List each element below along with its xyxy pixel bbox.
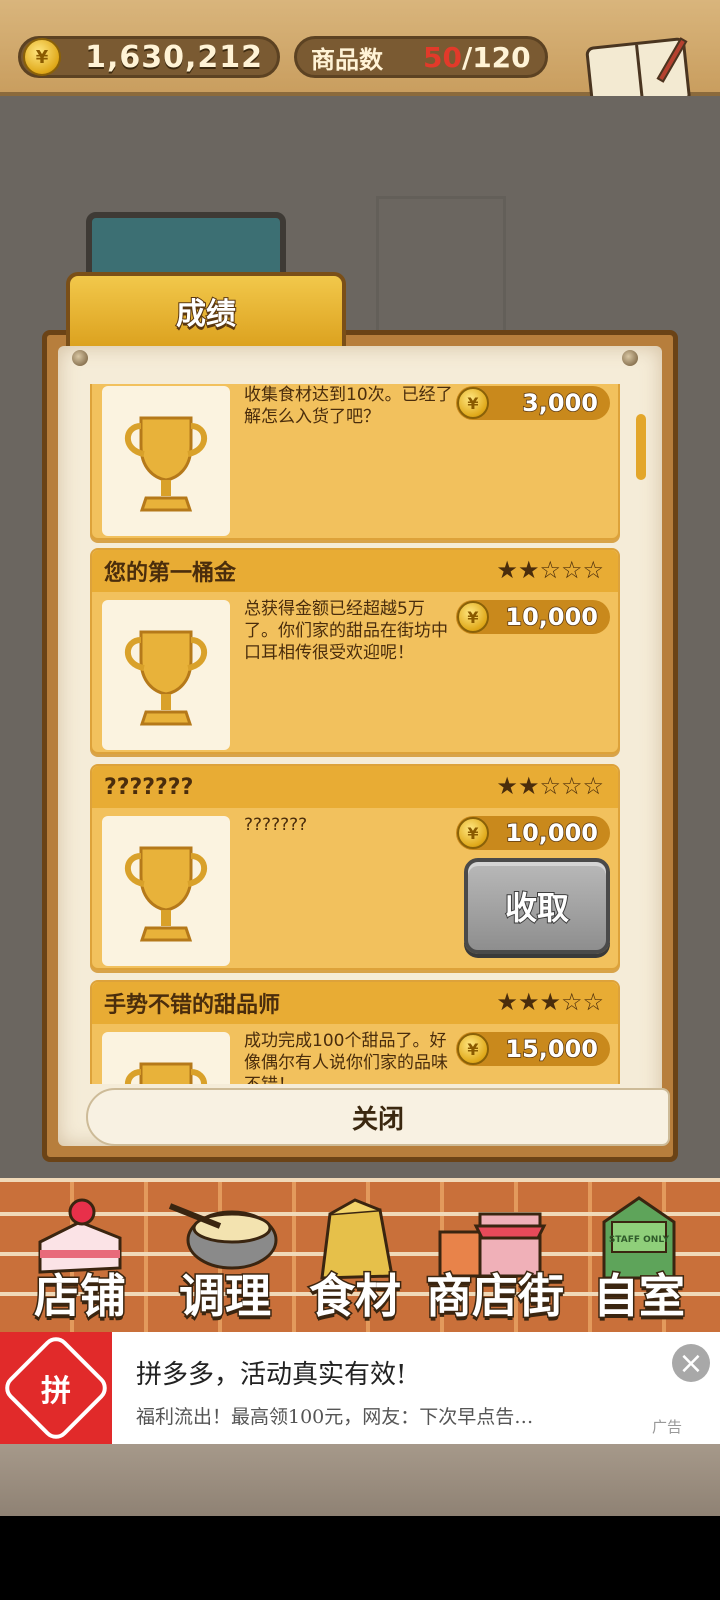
trophy-icon xyxy=(124,846,208,942)
nav-label: 调理 xyxy=(178,1268,273,1325)
ad-banner[interactable]: 拼 拼多多，活动真实有效! 福利流出！最高领100元，网友：下次早点告… × 广… xyxy=(0,1331,720,1445)
ad-close-button[interactable]: × xyxy=(672,1344,710,1382)
nav-shopping-street[interactable]: 商店街 xyxy=(420,1182,570,1336)
coin-icon: ¥ xyxy=(23,38,61,76)
product-count-max: 120 xyxy=(472,40,531,74)
achievement-description: ??????? xyxy=(244,815,308,835)
reward-value: 3,000 xyxy=(521,388,598,418)
reward-value: 10,000 xyxy=(505,818,599,848)
dialog-title: 成绩 xyxy=(175,296,237,333)
ad-tag: 广告 xyxy=(652,1418,683,1436)
close-dialog-button[interactable]: 关闭 xyxy=(86,1088,670,1146)
dialog-tab: 成绩 xyxy=(66,272,346,346)
top-bar: ¥ 1,630,212 商品数 50 / 120 食谱 xyxy=(0,0,720,149)
ad-title: 拼多多，活动真实有效! xyxy=(136,1360,407,1390)
achievement-stars: ★★★☆☆ xyxy=(496,988,604,1016)
money-value: 1,630,212 xyxy=(85,39,263,75)
achievement-title: ??????? xyxy=(104,774,194,800)
trophy-icon xyxy=(124,630,208,726)
achievement-card: 您的第一桶金 ★★☆☆☆ 总获得金额已经超越5万了。你们家的甜品在街坊中口耳相传… xyxy=(90,548,620,754)
claim-button-label: 收取 xyxy=(504,888,570,928)
close-button-label: 关闭 xyxy=(351,1104,404,1135)
claim-reward-button[interactable]: 收取 xyxy=(464,858,610,954)
coin-icon: ¥ xyxy=(457,1033,489,1065)
trophy-thumbnail xyxy=(102,386,230,536)
system-navigation-bar xyxy=(0,1516,720,1600)
achievement-title: 您的第一桶金 xyxy=(104,561,237,586)
nav-label: 自室 xyxy=(592,1268,687,1325)
achievement-reward: ¥ 3,000 xyxy=(456,386,610,420)
trophy-icon xyxy=(124,416,208,512)
product-count-current: 50 xyxy=(423,40,462,74)
product-count-separator: / xyxy=(461,40,473,74)
trophy-thumbnail xyxy=(102,600,230,750)
achievement-list[interactable]: 收集食材达到10次。已经了解怎么入货了吧？ ¥ 3,000 您的第一桶金 ★★☆… xyxy=(88,384,632,1084)
achievement-card: 手势不错的甜品师 ★★★☆☆ 成功完成100个甜品了。好像偶尔有人说你们家的品味… xyxy=(90,980,620,1084)
coin-icon: ¥ xyxy=(457,387,489,419)
nav-cooking[interactable]: 调理 xyxy=(160,1182,290,1336)
staff-only-sign: STAFF ONLY xyxy=(609,1235,670,1245)
product-count-display: 商品数 50 / 120 xyxy=(294,36,548,78)
achievement-header: ??????? ★★☆☆☆ xyxy=(92,766,618,808)
pin-icon xyxy=(72,350,88,366)
achievement-description: 总获得金额已经超越5万了。你们家的甜品在街坊中口耳相传很受欢迎呢！ xyxy=(244,599,448,663)
achievement-reward: ¥ 15,000 xyxy=(456,1032,610,1066)
reward-value: 10,000 xyxy=(505,602,599,632)
achievement-stars: ★★☆☆☆ xyxy=(496,556,604,584)
money-display: ¥ 1,630,212 xyxy=(18,36,280,78)
achievement-stars: ★★☆☆☆ xyxy=(496,772,604,800)
floor-background xyxy=(0,1444,720,1516)
nav-ingredients[interactable]: 食材 xyxy=(300,1182,410,1336)
nav-shop[interactable]: 店铺 xyxy=(20,1182,140,1336)
bottom-navigation: 店铺 调理 食材 商店街 STAFF ONLY 自室 xyxy=(0,1178,720,1332)
pin-icon xyxy=(622,350,638,366)
achievement-header: 手势不错的甜品师 ★★★☆☆ xyxy=(92,982,618,1024)
reward-value: 15,000 xyxy=(505,1034,599,1064)
achievement-reward: ¥ 10,000 xyxy=(456,600,610,634)
achievement-header: 您的第一桶金 ★★☆☆☆ xyxy=(92,550,618,592)
ad-logo: 拼 xyxy=(0,1331,113,1445)
achievement-card: ??????? ★★☆☆☆ ??????? ¥ 10,000 收取 xyxy=(90,764,620,970)
nav-label: 食材 xyxy=(308,1268,403,1325)
ad-subtitle: 福利流出！最高领100元，网友：下次早点告… xyxy=(136,1406,534,1428)
trophy-thumbnail xyxy=(102,1032,230,1084)
close-icon: × xyxy=(678,1345,704,1381)
coin-icon: ¥ xyxy=(457,817,489,849)
ad-logo-text: 拼 xyxy=(41,1374,71,1409)
nav-label: 店铺 xyxy=(33,1268,128,1325)
trophy-icon xyxy=(124,1062,208,1084)
achievement-card: 收集食材达到10次。已经了解怎么入货了吧？ ¥ 3,000 xyxy=(90,384,620,540)
nav-staff-room[interactable]: STAFF ONLY 自室 xyxy=(584,1182,694,1336)
nav-label: 商店街 xyxy=(425,1268,566,1325)
trophy-thumbnail xyxy=(102,816,230,966)
achievement-title: 手势不错的甜品师 xyxy=(104,993,281,1018)
achievement-description: 成功完成100个甜品了。好像偶尔有人说你们家的品味不错！ xyxy=(244,1031,448,1084)
coin-icon: ¥ xyxy=(457,601,489,633)
achievement-reward: ¥ 10,000 xyxy=(456,816,610,850)
product-count-label: 商品数 xyxy=(311,45,383,74)
achievement-description: 收集食材达到10次。已经了解怎么入货了吧？ xyxy=(244,385,453,427)
list-scrollbar[interactable] xyxy=(636,414,646,480)
